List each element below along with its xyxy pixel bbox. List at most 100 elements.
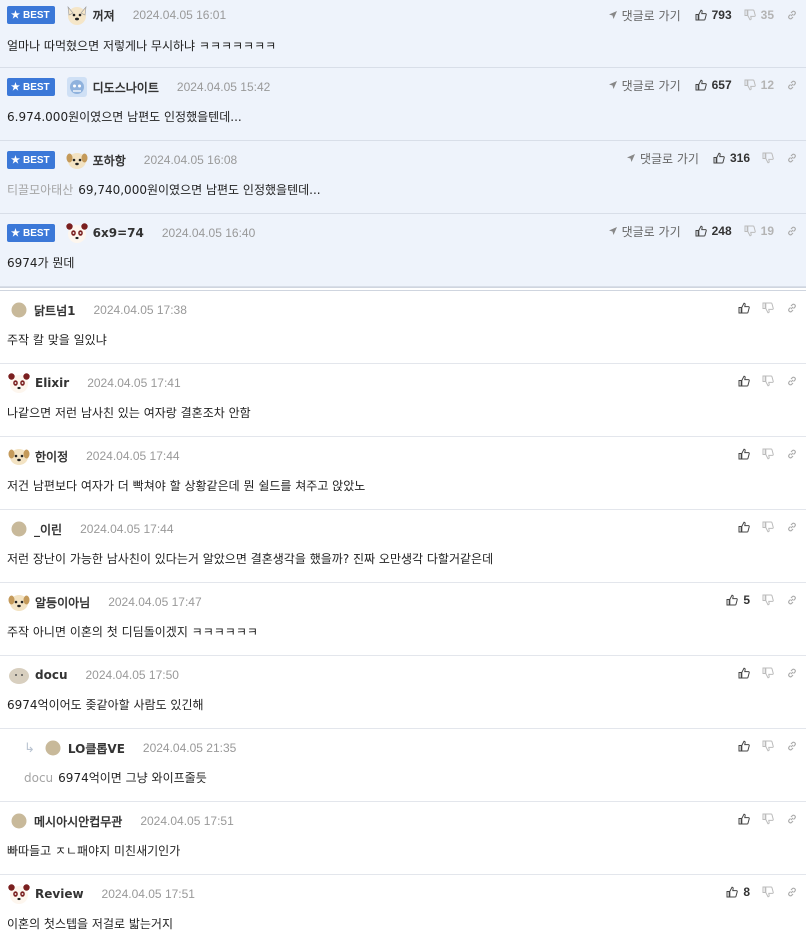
comment-author[interactable]: 디도스나이트 [93, 79, 159, 96]
downvote-button[interactable]: 35 [744, 8, 774, 22]
comment-text: 6974가 뭔데 [7, 256, 75, 270]
comment-text: 티끌모아태산 69,740,000원이였으면 남편도 인정했을텐데... [7, 183, 321, 197]
share-link-button[interactable] [786, 152, 798, 164]
thumbs-up-icon [738, 667, 750, 679]
share-link-button[interactable] [786, 594, 798, 606]
downvote-button[interactable]: 19 [744, 224, 774, 238]
upvote-button[interactable]: 793 [695, 8, 732, 22]
upvote-button[interactable] [738, 375, 750, 387]
share-link-button[interactable] [786, 521, 798, 533]
comment-author[interactable]: Review [35, 887, 84, 901]
share-link-button[interactable] [786, 375, 798, 387]
comment-author[interactable]: 닭트넘1 [34, 302, 75, 319]
upvote-button[interactable]: 8 [726, 885, 750, 899]
comment-author[interactable]: 메시아시안컵무관 [34, 813, 122, 830]
go-to-reply-link[interactable]: 댓글로 가기 [608, 7, 681, 24]
link-icon [788, 303, 796, 313]
downvote-button[interactable] [762, 448, 774, 460]
share-link-button[interactable] [786, 448, 798, 460]
downvote-button[interactable] [762, 740, 774, 752]
comment-date: 2024.04.05 17:44 [80, 522, 174, 536]
comment-author[interactable]: 꺼져 [93, 7, 115, 24]
avatar-panda-icon [8, 884, 30, 904]
comment-row: Review 2024.04.05 17:51 이혼의 첫스텝을 저걸로 밟는거… [0, 875, 806, 945]
downvote-button[interactable] [762, 594, 774, 606]
comment-text: 주작 아니면 이혼의 첫 디딤돌이겠지 ㅋㅋㅋㅋㅋㅋ [7, 625, 258, 639]
comment-text: docu 6974억이면 그냥 와이프줄듯 [24, 771, 207, 785]
comment-text: 주작 칼 맞을 일있냐 [7, 333, 107, 347]
go-to-reply-link[interactable]: 댓글로 가기 [626, 150, 699, 167]
comment-text: 저건 남편보다 여자가 더 빡쳐야 할 상황같은데 뭔 쉴드를 쳐주고 앉았노 [7, 479, 366, 493]
downvote-button[interactable] [762, 375, 774, 387]
upvote-button[interactable]: 5 [726, 593, 750, 607]
downvote-button[interactable]: 12 [744, 78, 774, 92]
upvote-button[interactable] [738, 740, 750, 752]
downvote-count: 12 [760, 78, 774, 92]
reply-arrow-icon: ↳ [24, 740, 35, 756]
upvote-button[interactable] [738, 813, 750, 825]
downvote-button[interactable] [762, 302, 774, 314]
upvote-button[interactable]: 248 [695, 224, 732, 238]
comment-author[interactable]: docu [35, 668, 68, 682]
thumbs-down-icon [762, 813, 774, 825]
thumbs-up-icon [695, 79, 707, 91]
reply-row: ↳ LO클롭VE 2024.04.05 21:35 docu 6974억이면 그냥… [0, 729, 806, 802]
upvote-button[interactable]: 657 [695, 78, 732, 92]
best-comment: ★ BEST 6x9=74 2024.04.05 16:40 6974가 뭔데 댓… [0, 214, 806, 287]
downvote-count: 19 [760, 224, 774, 238]
thumbs-up-icon [738, 740, 750, 752]
link-icon [788, 153, 796, 163]
comment-author[interactable]: LO클롭VE [68, 740, 125, 757]
downvote-button[interactable] [762, 667, 774, 679]
go-to-reply-link[interactable]: 댓글로 가기 [608, 77, 681, 94]
share-link-button[interactable] [786, 79, 798, 91]
downvote-button[interactable] [762, 152, 774, 164]
comment-date: 2024.04.05 15:42 [176, 80, 271, 94]
upvote-button[interactable]: 316 [713, 151, 750, 165]
share-link-button[interactable] [786, 302, 798, 314]
best-comment: ★ BEST 꺼져 2024.04.05 16:01 얼마나 따먹혔으면 저렇게나… [0, 0, 806, 68]
comment-author[interactable]: _이린 [34, 521, 62, 538]
thumbs-down-icon [744, 225, 756, 237]
upvote-button[interactable] [738, 448, 750, 460]
thumbs-down-icon [762, 448, 774, 460]
share-link-button[interactable] [786, 225, 798, 237]
upvote-button[interactable] [738, 302, 750, 314]
link-icon [788, 226, 796, 236]
upvote-count: 248 [711, 224, 732, 238]
thumbs-down-icon [762, 375, 774, 387]
thumbs-down-icon [762, 152, 774, 164]
comment-author[interactable]: 한이정 [35, 448, 68, 465]
comment-author[interactable]: Elixir [35, 376, 69, 390]
thumbs-up-icon [738, 302, 750, 314]
thumbs-up-icon [695, 9, 707, 21]
thumbs-up-icon [738, 813, 750, 825]
share-link-button[interactable] [786, 886, 798, 898]
go-to-reply-link[interactable]: 댓글로 가기 [608, 223, 681, 240]
share-link-button[interactable] [786, 667, 798, 679]
comment-date: 2024.04.05 21:35 [142, 741, 237, 755]
comment-author[interactable]: 포하항 [93, 152, 126, 169]
comment-row: _이린 2024.04.05 17:44 저런 장난이 가능한 남사친이 있다는… [0, 510, 806, 583]
share-link-button[interactable] [786, 740, 798, 752]
thumbs-up-icon [738, 448, 750, 460]
share-link-button[interactable] [786, 9, 798, 21]
comment-author[interactable]: 알등이아님 [35, 594, 90, 611]
star-icon: ★ [11, 81, 20, 93]
thumbs-down-icon [744, 79, 756, 91]
comment-text: 얼마나 따먹혔으면 저렇게나 무시하냐 ㅋㅋㅋㅋㅋㅋㅋ [7, 39, 277, 53]
link-icon [788, 449, 796, 459]
share-link-button[interactable] [786, 813, 798, 825]
upvote-button[interactable] [738, 521, 750, 533]
avatar-puppy-icon [8, 449, 30, 465]
reply-target-name: 티끌모아태산 [7, 183, 74, 197]
comment-date: 2024.04.05 17:44 [86, 449, 180, 463]
upvote-button[interactable] [738, 667, 750, 679]
downvote-button[interactable] [762, 886, 774, 898]
downvote-button[interactable] [762, 521, 774, 533]
thumbs-down-icon [762, 740, 774, 752]
upvote-count: 316 [729, 151, 750, 165]
comment-author[interactable]: 6x9=74 [93, 226, 144, 240]
avatar-dog-icon [67, 6, 87, 25]
downvote-button[interactable] [762, 813, 774, 825]
